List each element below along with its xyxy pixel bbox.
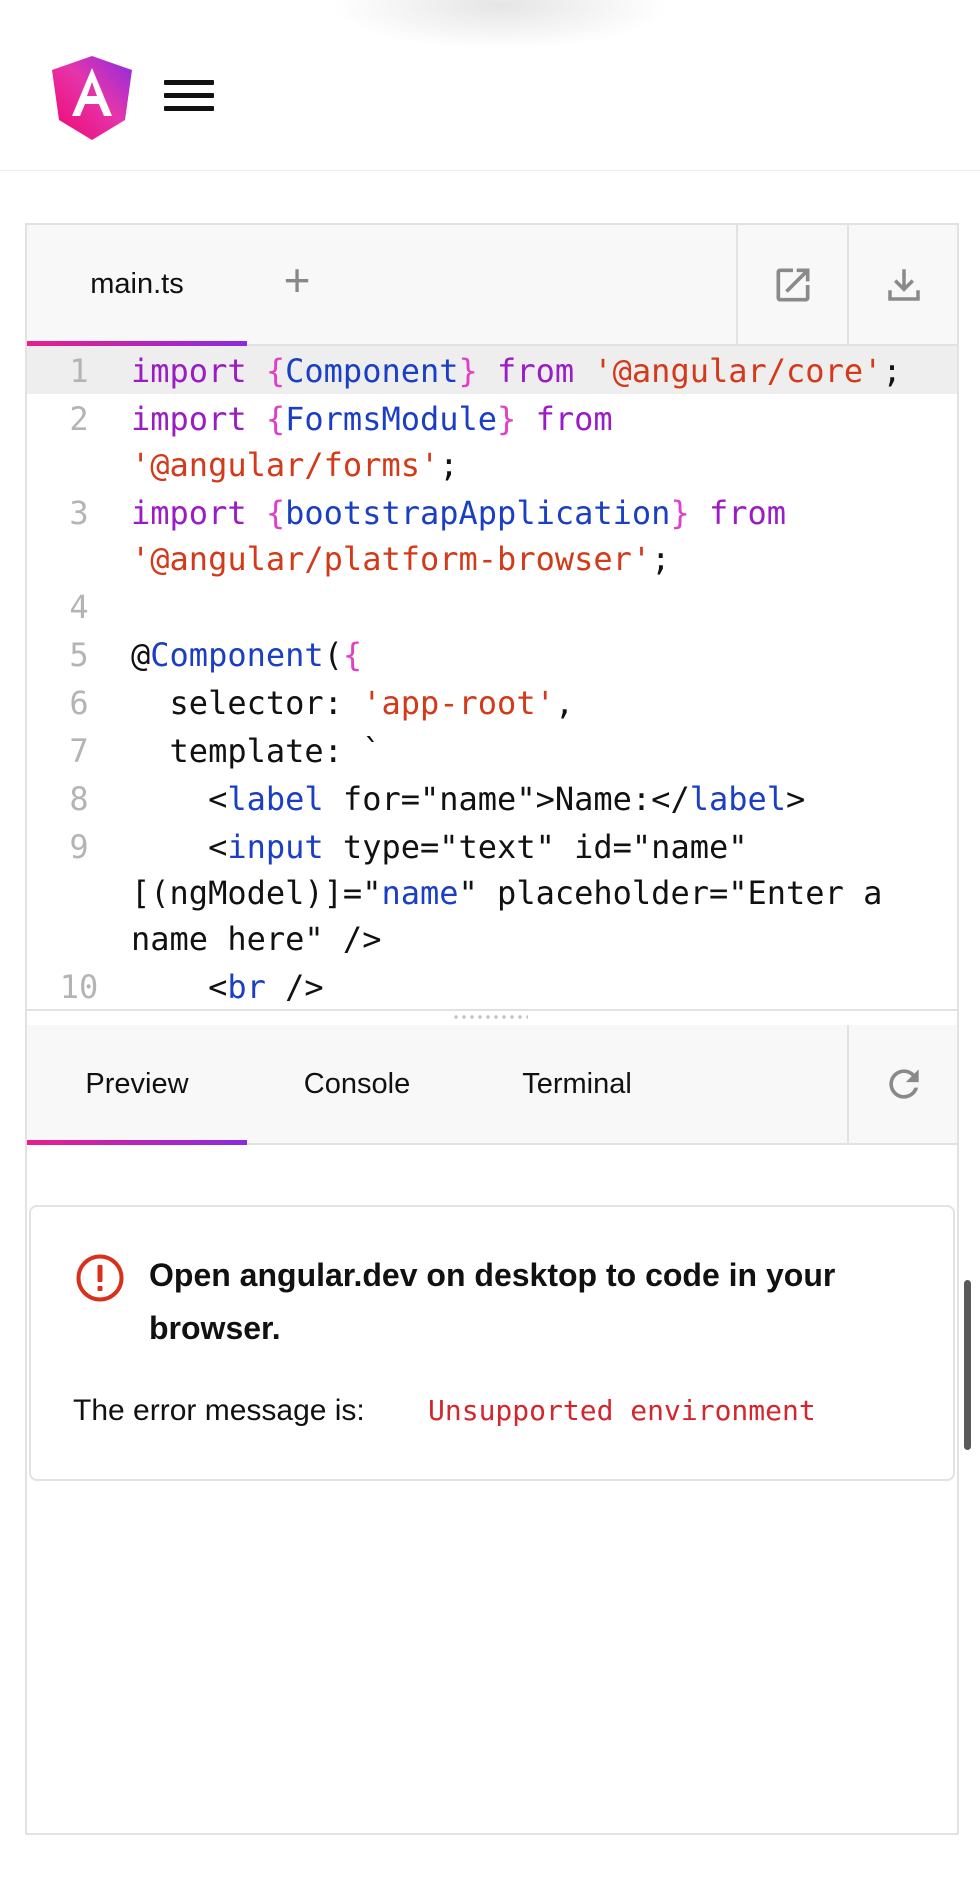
top-bar xyxy=(0,0,980,171)
line-number: 4 xyxy=(69,588,89,626)
code-text[interactable]: @Component({ xyxy=(131,630,957,678)
code-line[interactable]: 8 <label for="name">Name:</label> xyxy=(27,774,957,822)
file-tab-label: main.ts xyxy=(90,268,184,300)
code-text[interactable]: import {Component} from '@angular/core'; xyxy=(131,346,957,394)
line-number: 2 xyxy=(69,400,89,438)
error-message-card: Open angular.dev on desktop to code in y… xyxy=(29,1205,955,1481)
code-line[interactable]: 2 import {FormsModule} from '@angular/for… xyxy=(27,394,957,488)
tab-console[interactable]: Console xyxy=(247,1025,467,1143)
line-number: 9 xyxy=(69,828,89,866)
editor-tab-bar: main.ts + xyxy=(27,225,957,346)
tab-preview[interactable]: Preview xyxy=(27,1025,247,1145)
line-number: 5 xyxy=(69,636,89,674)
open-external-button[interactable] xyxy=(736,225,848,344)
error-circle-icon xyxy=(76,1254,124,1302)
add-file-button[interactable]: + xyxy=(267,250,327,310)
code-text[interactable]: <br /> xyxy=(131,962,957,1009)
line-number: 7 xyxy=(69,732,89,770)
file-tab-main-ts[interactable]: main.ts xyxy=(27,225,247,346)
code-text[interactable]: <label for="name">Name:</label> xyxy=(131,774,957,822)
code-line[interactable]: 1 import {Component} from '@angular/core'… xyxy=(27,346,957,394)
line-number: 10 xyxy=(59,968,99,1006)
code-text[interactable]: <input type="text" id="name" [(ngModel)]… xyxy=(131,822,957,962)
line-number: 1 xyxy=(69,352,89,390)
code-text[interactable]: selector: 'app-root', xyxy=(131,678,957,726)
code-line[interactable]: 3 import {bootstrapApplication} from '@an… xyxy=(27,488,957,582)
tab-console-label: Console xyxy=(303,1067,411,1100)
tab-terminal-label: Terminal xyxy=(522,1067,632,1100)
page-scrollbar[interactable] xyxy=(964,1280,971,1450)
tab-terminal[interactable]: Terminal xyxy=(467,1025,687,1143)
download-button[interactable] xyxy=(847,225,959,344)
code-line[interactable]: 6 selector: 'app-root', xyxy=(27,678,957,726)
code-line[interactable]: 4 xyxy=(27,582,957,630)
active-tab-indicator xyxy=(27,1140,247,1145)
download-icon xyxy=(888,268,920,301)
code-line[interactable]: 9 <input type="text" id="name" [(ngModel… xyxy=(27,822,957,962)
code-text[interactable]: import {FormsModule} from '@angular/form… xyxy=(131,394,957,488)
line-number: 6 xyxy=(69,684,89,722)
refresh-icon xyxy=(889,1069,919,1099)
output-tab-bar: Preview Console Terminal xyxy=(27,1025,957,1145)
error-title: Open angular.dev on desktop to code in y… xyxy=(149,1257,836,1346)
line-number: 8 xyxy=(69,780,89,818)
open-external-icon xyxy=(776,268,810,301)
hamburger-menu-icon[interactable] xyxy=(164,80,214,120)
angular-logo-icon[interactable] xyxy=(52,56,132,140)
resize-handle[interactable] xyxy=(452,1013,528,1021)
code-text[interactable]: import {bootstrapApplication} from '@ang… xyxy=(131,488,957,582)
line-number: 3 xyxy=(69,494,89,532)
code-line[interactable]: 10 <br /> xyxy=(27,962,957,1009)
refresh-button[interactable] xyxy=(847,1025,959,1143)
error-code: Unsupported environment xyxy=(428,1394,816,1427)
error-label: The error message is: xyxy=(73,1394,365,1427)
code-line[interactable]: 7 template: ` xyxy=(27,726,957,774)
code-line[interactable]: 5 @Component({ xyxy=(27,630,957,678)
code-editor: main.ts + 1 import {Component} from '@ang… xyxy=(25,223,959,1835)
tab-preview-label: Preview xyxy=(85,1067,189,1100)
code-text[interactable] xyxy=(131,582,957,630)
code-content[interactable]: 1 import {Component} from '@angular/core'… xyxy=(27,346,957,1009)
code-text[interactable]: template: ` xyxy=(131,726,957,774)
top-shadow xyxy=(330,0,670,50)
